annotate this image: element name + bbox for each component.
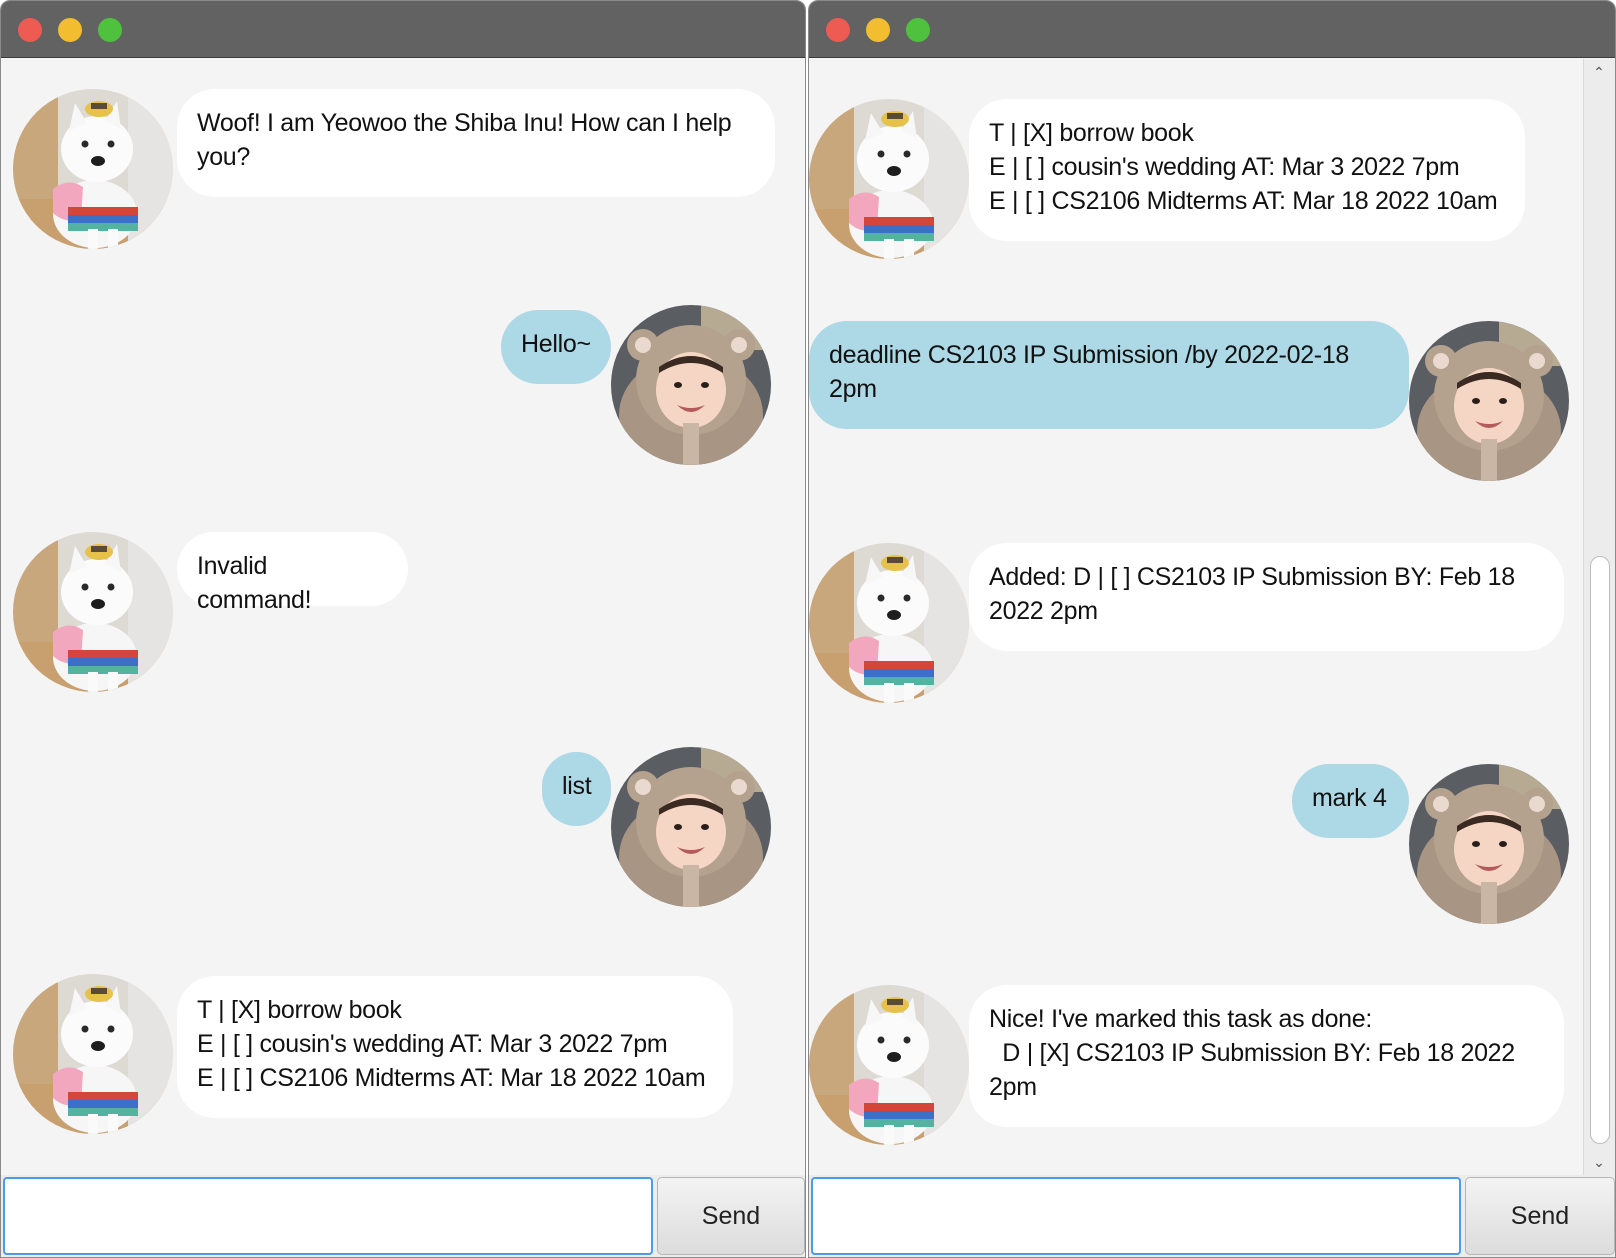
shiba-inu-dog-avatar-icon bbox=[13, 89, 173, 249]
maximize-window-button[interactable] bbox=[906, 18, 930, 42]
bot-message-row: T | [X] borrow book E | [ ] cousin's wed… bbox=[1, 974, 805, 1134]
input-bar: Send bbox=[1, 1175, 805, 1257]
user-message-row: list bbox=[1, 747, 805, 913]
bot-message-row: Woof! I am Yeowoo the Shiba Inu! How can… bbox=[1, 89, 805, 249]
chat-window-right: T | [X] borrow book E | [ ] cousin's wed… bbox=[808, 0, 1616, 1258]
shiba-inu-dog-avatar-icon bbox=[809, 543, 969, 703]
dialog-container[interactable]: Woof! I am Yeowoo the Shiba Inu! How can… bbox=[1, 59, 805, 1177]
bot-message-bubble: Invalid command! bbox=[177, 532, 408, 614]
send-button[interactable]: Send bbox=[657, 1177, 805, 1255]
bot-message-bubble: T | [X] borrow book E | [ ] cousin's wed… bbox=[969, 99, 1525, 241]
bot-message-row: T | [X] borrow book E | [ ] cousin's wed… bbox=[809, 99, 1615, 259]
message-input[interactable] bbox=[3, 1177, 653, 1255]
scrollbar-thumb[interactable] bbox=[1590, 556, 1610, 1144]
user-message-bubble: list bbox=[542, 752, 611, 826]
close-window-button[interactable] bbox=[18, 18, 42, 42]
bot-message-row: Nice! I've marked this task as done: D |… bbox=[809, 985, 1615, 1145]
baby-in-bear-hood-avatar-icon bbox=[1409, 321, 1569, 481]
minimize-window-button[interactable] bbox=[58, 18, 82, 42]
vertical-scrollbar[interactable]: ⌃ ⌄ bbox=[1583, 59, 1615, 1177]
minimize-window-button[interactable] bbox=[866, 18, 890, 42]
bot-message-row: Invalid command! bbox=[1, 532, 805, 692]
user-message-bubble: Hello~ bbox=[501, 310, 611, 384]
baby-in-bear-hood-avatar-icon bbox=[611, 747, 771, 907]
title-bar bbox=[1, 1, 805, 58]
title-bar bbox=[809, 1, 1615, 58]
user-message-bubble: mark 4 bbox=[1292, 764, 1409, 838]
shiba-inu-dog-avatar-icon bbox=[13, 532, 173, 692]
user-message-row: Hello~ bbox=[1, 305, 805, 471]
baby-in-bear-hood-avatar-icon bbox=[611, 305, 771, 465]
bot-message-bubble: T | [X] borrow book E | [ ] cousin's wed… bbox=[177, 976, 733, 1118]
chat-window-left: Woof! I am Yeowoo the Shiba Inu! How can… bbox=[0, 0, 806, 1258]
chevron-down-icon[interactable]: ⌄ bbox=[1592, 1155, 1606, 1169]
baby-in-bear-hood-avatar-icon bbox=[1409, 764, 1569, 924]
shiba-inu-dog-avatar-icon bbox=[13, 974, 173, 1134]
user-message-row: deadline CS2103 IP Submission /by 2022-0… bbox=[809, 321, 1615, 481]
bot-message-row: Added: D | [ ] CS2103 IP Submission BY: … bbox=[809, 543, 1615, 703]
bot-message-bubble: Added: D | [ ] CS2103 IP Submission BY: … bbox=[969, 543, 1564, 651]
shiba-inu-dog-avatar-icon bbox=[809, 985, 969, 1145]
chevron-up-icon[interactable]: ⌃ bbox=[1592, 65, 1606, 79]
dialog-container[interactable]: T | [X] borrow book E | [ ] cousin's wed… bbox=[809, 59, 1615, 1177]
maximize-window-button[interactable] bbox=[98, 18, 122, 42]
bot-message-bubble: Nice! I've marked this task as done: D |… bbox=[969, 985, 1564, 1127]
message-input[interactable] bbox=[811, 1177, 1461, 1255]
input-bar: Send bbox=[809, 1175, 1615, 1257]
shiba-inu-dog-avatar-icon bbox=[809, 99, 969, 259]
bot-message-bubble: Woof! I am Yeowoo the Shiba Inu! How can… bbox=[177, 89, 775, 197]
user-message-row: mark 4 bbox=[809, 764, 1615, 924]
send-button[interactable]: Send bbox=[1465, 1177, 1615, 1255]
user-message-bubble: deadline CS2103 IP Submission /by 2022-0… bbox=[809, 321, 1409, 429]
close-window-button[interactable] bbox=[826, 18, 850, 42]
